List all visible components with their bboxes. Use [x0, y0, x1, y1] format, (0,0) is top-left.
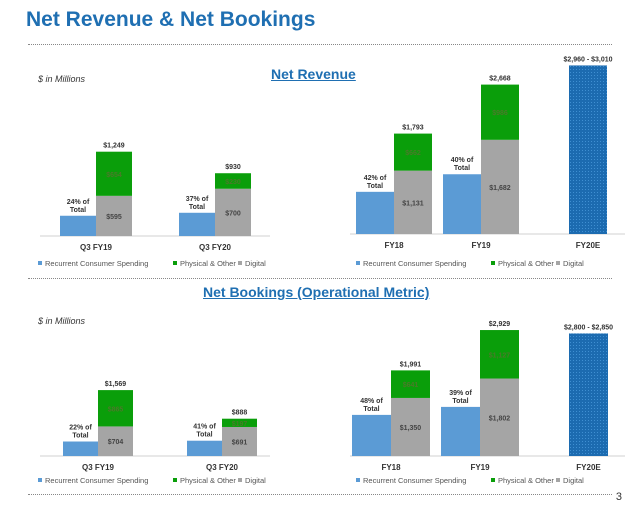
category-label: FY19: [471, 241, 491, 250]
recurrent-pct-label: Total: [70, 207, 86, 214]
recurrent-pct-label: 42% of: [364, 175, 387, 182]
legend-swatch: [38, 478, 42, 482]
recurrent-pct-label: Total: [367, 183, 383, 190]
legend-swatch: [356, 478, 360, 482]
digital-label: $691: [232, 439, 248, 446]
digital-label: $704: [108, 439, 124, 446]
physical-label: $641: [403, 382, 419, 389]
category-label: Q3 FY20: [206, 463, 239, 472]
category-label: FY19: [470, 463, 490, 472]
recurrent-pct-label: 39% of: [449, 390, 472, 397]
total-label: $1,793: [402, 125, 424, 132]
physical-label: $1,127: [489, 352, 511, 359]
charts-canvas: $595$654$1,24924% ofTotalQ3 FY19$700$230…: [38, 56, 625, 485]
total-label: $1,569: [105, 381, 127, 388]
page-number: 3: [615, 491, 622, 503]
digital-label: $700: [225, 210, 241, 217]
recurrent-pct-label: 40% of: [451, 157, 474, 164]
category-label: FY20E: [576, 241, 601, 250]
legend-swatch: [173, 478, 177, 482]
total-label: $888: [232, 410, 248, 417]
recurrent-pct-label: Total: [72, 433, 88, 440]
digital-label: $1,802: [489, 415, 511, 422]
bar-recurrent: [187, 440, 222, 456]
bar-recurrent: [356, 191, 394, 234]
total-label: $930: [225, 164, 241, 171]
category-label: FY20E: [576, 463, 601, 472]
digital-label: $1,131: [402, 200, 424, 207]
digital-label: $1,682: [489, 185, 511, 192]
recurrent-pct-label: 41% of: [193, 424, 216, 431]
total-label: $2,668: [489, 76, 511, 83]
legend-swatch: [38, 261, 42, 265]
category-label: Q3 FY19: [80, 243, 113, 252]
legend-swatch: [238, 261, 242, 265]
legend-swatch: [556, 261, 560, 265]
recurrent-pct-label: 24% of: [67, 199, 90, 206]
total-label: $1,249: [103, 143, 125, 150]
recurrent-pct-label: 37% of: [186, 196, 209, 203]
bar-recurrent: [443, 174, 481, 234]
bar-recurrent: [60, 215, 96, 236]
physical-label: $986: [492, 110, 508, 117]
recurrent-pct-label: Total: [363, 406, 379, 413]
recurrent-pct-label: Total: [452, 398, 468, 405]
legend-swatch: [491, 478, 495, 482]
total-label: $2,929: [489, 321, 511, 328]
legend-label: Physical & Other: [498, 476, 554, 485]
digital-label: $595: [106, 214, 122, 221]
legend-swatch: [356, 261, 360, 265]
legend-label: Digital: [563, 476, 584, 485]
legend-label: Physical & Other: [180, 476, 236, 485]
legend-swatch: [556, 478, 560, 482]
recurrent-pct-label: Total: [189, 204, 205, 211]
category-label: Q3 FY20: [199, 243, 232, 252]
total-label: $2,960 - $3,010: [563, 56, 612, 63]
legend-swatch: [238, 478, 242, 482]
physical-label: $230: [225, 179, 241, 186]
recurrent-pct-label: Total: [196, 432, 212, 439]
legend-label: Recurrent Consumer Spending: [45, 259, 148, 268]
legend-label: Digital: [563, 259, 584, 268]
legend-label: Recurrent Consumer Spending: [45, 476, 148, 485]
recurrent-pct-label: 48% of: [360, 398, 383, 405]
category-label: Q3 FY19: [82, 463, 115, 472]
legend-label: Digital: [245, 259, 266, 268]
recurrent-pct-label: Total: [454, 165, 470, 172]
slide: Net Revenue & Net Bookings Net Revenue $…: [0, 0, 640, 509]
legend-swatch: [491, 261, 495, 265]
legend-label: Physical & Other: [498, 259, 554, 268]
bar-recurrent: [352, 414, 391, 456]
bar-estimate: [569, 65, 607, 234]
legend-label: Recurrent Consumer Spending: [363, 476, 466, 485]
legend-swatch: [173, 261, 177, 265]
category-label: FY18: [381, 463, 401, 472]
bar-recurrent: [179, 212, 215, 236]
physical-label: $865: [108, 406, 124, 413]
category-label: FY18: [384, 241, 404, 250]
physical-label: $197: [232, 421, 248, 428]
total-label: $2,800 - $2,850: [564, 324, 613, 331]
legend-label: Recurrent Consumer Spending: [363, 259, 466, 268]
digital-label: $1,350: [400, 425, 422, 432]
physical-label: $662: [405, 150, 421, 157]
legend-label: Physical & Other: [180, 259, 236, 268]
physical-label: $654: [106, 172, 122, 179]
bar-recurrent: [441, 406, 480, 456]
total-label: $1,991: [400, 361, 422, 368]
bar-recurrent: [63, 441, 98, 456]
recurrent-pct-label: 22% of: [69, 425, 92, 432]
bar-estimate: [569, 333, 608, 456]
legend-label: Digital: [245, 476, 266, 485]
